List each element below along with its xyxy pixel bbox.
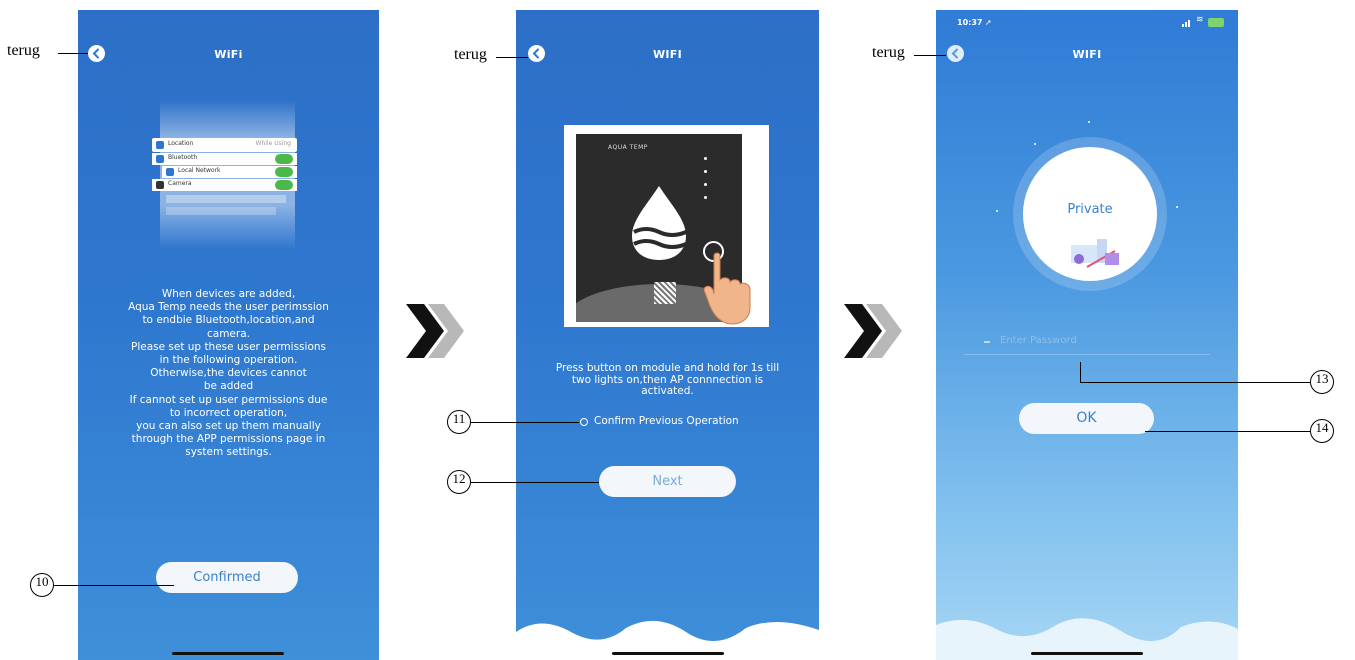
message-line: be added	[203, 380, 254, 393]
chevron-left-icon	[951, 48, 958, 59]
radio-circle-icon	[580, 418, 588, 426]
callout-12-line	[471, 482, 599, 483]
indicator-light	[704, 183, 707, 186]
battery-icon	[1208, 18, 1224, 27]
press-button-message: Press button on module and hold for 1s t…	[524, 362, 811, 398]
message-line: camera.	[207, 327, 250, 340]
sparkle-dot	[1176, 206, 1178, 208]
back-button[interactable]	[528, 45, 545, 62]
home-indicator	[172, 652, 284, 655]
phone-screen-wifi-password: 10:37 ➚ ≋ WIFI Private Enter Password OK	[936, 10, 1238, 660]
local-network-label: Local Network	[178, 167, 221, 174]
bluetooth-label: Bluetooth	[168, 154, 198, 161]
faded-row	[166, 195, 286, 203]
callout-13: 13	[1310, 370, 1334, 394]
back-button[interactable]	[947, 45, 964, 62]
sparkle-dot	[1034, 143, 1036, 145]
network-icon	[166, 168, 174, 176]
indicator-light	[704, 170, 707, 173]
location-arrow-icon: ➚	[985, 18, 992, 27]
message-line: If cannot set up user permissions due	[129, 393, 328, 406]
sparkle-dot	[1088, 121, 1090, 123]
message-line: Please set up these user permissions	[130, 340, 326, 353]
camera-toggle	[275, 180, 293, 190]
callout-10: 10	[30, 573, 54, 597]
indicator-light	[704, 157, 707, 160]
next-step-arrow-icon	[844, 304, 902, 358]
back-label: terug	[7, 42, 40, 59]
sparkle-dot	[996, 210, 998, 212]
password-dash-icon	[984, 341, 990, 343]
message-line: you can also set up them manually	[136, 420, 321, 433]
module-brand-label: AQUA TEMP	[608, 144, 648, 151]
pointing-finger-icon	[704, 252, 751, 325]
local-network-row: Local Network	[162, 166, 297, 178]
location-label: Location	[168, 140, 194, 147]
message-line: system settings.	[185, 446, 272, 459]
screen-title: WIFI	[652, 48, 683, 61]
local-network-toggle	[275, 167, 293, 177]
back-leader-line	[914, 55, 946, 56]
permission-message: When devices are added‚ Aqua Temp needs …	[98, 288, 359, 460]
location-icon	[156, 141, 164, 149]
indicator-light	[704, 196, 707, 199]
back-label: terug	[454, 46, 487, 63]
network-name: Private	[1067, 202, 1113, 217]
callout-13-line	[1080, 382, 1310, 383]
permission-settings-illustration: Location While Using Bluetooth Local Net…	[152, 100, 297, 250]
next-button[interactable]: Next	[599, 466, 736, 497]
callout-13-line	[1080, 362, 1081, 382]
callout-10-line	[54, 585, 174, 586]
callout-14-line	[1145, 431, 1310, 432]
screen-title: WiFi	[214, 48, 243, 61]
camera-icon	[156, 181, 164, 189]
network-circle: Private	[1023, 147, 1157, 281]
bluetooth-icon	[156, 155, 164, 163]
qr-code-icon	[654, 282, 676, 304]
ok-button[interactable]: OK	[1019, 403, 1154, 434]
home-indicator	[612, 652, 724, 655]
message-line: Aqua Temp needs the user perimssion	[128, 301, 329, 314]
chevron-left-icon	[92, 48, 99, 59]
callout-14: 14	[1310, 419, 1334, 443]
message-line: to incorrect operation,	[169, 406, 288, 419]
camera-row: Camera	[152, 179, 297, 191]
faded-row	[166, 207, 276, 215]
location-row: Location While Using	[152, 138, 297, 152]
message-line: Press button on module and hold for 1s t…	[555, 362, 780, 374]
message-line: in the following operation.	[159, 354, 298, 367]
back-button[interactable]	[88, 45, 105, 62]
callout-12: 12	[447, 470, 471, 494]
signal-icon	[1182, 19, 1194, 27]
phone-screen-ap-mode: WIFI AQUA TEMP Press button on module an…	[516, 10, 819, 660]
screen-title: WIFI	[1072, 48, 1102, 61]
network-illustration-icon	[1071, 239, 1119, 268]
message-line: Otherwise,the devices cannot	[150, 367, 307, 380]
location-value: While Using	[255, 140, 291, 147]
bluetooth-toggle	[275, 154, 293, 164]
next-step-arrow-icon	[406, 304, 464, 358]
water-drop-logo-icon	[632, 186, 687, 260]
phone-screen-permissions: WiFi Location While Using Bluetooth Loca…	[78, 10, 379, 660]
callout-11: 11	[447, 410, 471, 434]
back-label: terug	[872, 44, 905, 61]
password-field[interactable]: Enter Password	[964, 330, 1210, 355]
message-line: to endbie Bluetooth,location,and	[142, 314, 315, 327]
message-line: When devices are added‚	[161, 288, 296, 300]
message-line: through the APP permissions page in	[131, 433, 326, 446]
camera-label: Camera	[168, 180, 192, 187]
bluetooth-row: Bluetooth	[152, 153, 297, 165]
callout-11-line	[471, 422, 579, 423]
confirmed-button[interactable]: Confirmed	[156, 562, 298, 593]
password-placeholder: Enter Password	[1000, 335, 1077, 346]
wifi-icon: ≋	[1196, 15, 1204, 25]
message-line: activated.	[641, 385, 694, 397]
back-leader-line	[58, 53, 88, 54]
chevron-left-icon	[532, 48, 539, 59]
back-leader-line	[496, 57, 528, 58]
confirm-option-label: Confirm Previous Operation	[594, 415, 739, 427]
module-image: AQUA TEMP	[564, 125, 769, 327]
status-time: 10:37	[957, 18, 983, 27]
home-indicator	[1031, 652, 1143, 655]
